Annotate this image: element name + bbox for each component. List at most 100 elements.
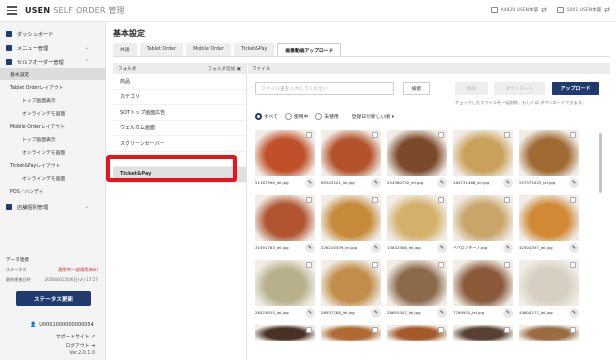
logout-icon: ⇥	[90, 344, 95, 349]
sidebar-item-menu[interactable]: メニュー管理 ⌄	[0, 42, 106, 54]
filter-unused-label: 未使用	[324, 115, 339, 120]
sidebar-item-label: ダッシュボード	[17, 31, 54, 38]
data-sync-label: データ連携	[6, 258, 29, 263]
pencil-icon[interactable]: ✎	[569, 178, 579, 188]
pencil-icon[interactable]: ✎	[503, 308, 513, 318]
file-checkbox[interactable]	[372, 262, 378, 268]
add-folder-icon: ▣	[236, 66, 241, 72]
file-checkbox[interactable]	[438, 262, 444, 268]
folder-item-products[interactable]: 商品	[113, 74, 246, 90]
file-checkbox[interactable]	[438, 327, 444, 333]
folder-item-welcome[interactable]: ウェルカム画面	[113, 121, 246, 136]
chevron-down-icon: ⌄	[84, 45, 89, 51]
tab-common[interactable]: 共通	[113, 43, 137, 56]
upload-button[interactable]: アップロード	[552, 82, 599, 95]
radio-icon	[284, 113, 292, 120]
sidebar-item-mobile-top[interactable]: トップ画面表示	[22, 133, 112, 145]
file-checkbox[interactable]	[438, 197, 444, 203]
folder-item-category[interactable]: カテゴリ	[113, 90, 246, 105]
support-link[interactable]: サポートサイト ↗	[56, 333, 95, 340]
file-checkbox[interactable]	[570, 197, 576, 203]
file-name: 31591763_lel.jpg	[255, 245, 289, 250]
tab-ticket-pay[interactable]: Ticket&Pay	[233, 43, 275, 56]
pencil-icon[interactable]: ✎	[437, 178, 447, 188]
sidebar-item-tablet-demo[interactable]: オンラインデモ画面	[22, 107, 112, 119]
sidebar-item-label: セルフオーダー管理	[17, 59, 64, 66]
folder-item-screensaver[interactable]: スクリーンセーバー	[113, 136, 246, 152]
download-button[interactable]: ダウンロード	[494, 82, 545, 95]
file-checkbox[interactable]	[504, 327, 510, 333]
file-checkbox[interactable]	[504, 132, 510, 138]
folder-add-button[interactable]: フォルダ追加 ▣	[208, 66, 241, 72]
user-id-text: U0001000000000054	[39, 322, 94, 328]
pencil-icon[interactable]: ✎	[503, 178, 513, 188]
sidebar-item-self-order[interactable]: セルフオーダー管理 ⌃	[0, 56, 106, 68]
file-checkbox[interactable]	[306, 132, 312, 138]
file-checkbox[interactable]	[372, 197, 378, 203]
pencil-icon[interactable]: ✎	[371, 243, 381, 253]
bulk-action-hint: チェックしたファイルを一括削除、もしくは ダウンロードできます。	[455, 100, 586, 105]
file-checkbox[interactable]	[570, 327, 576, 333]
sidebar-item-dashboard[interactable]: ダッシュボード	[0, 28, 106, 40]
pencil-icon[interactable]: ✎	[437, 308, 447, 318]
swap-icon[interactable]: ⇄	[541, 6, 547, 14]
file-search-input[interactable]: ファイル名を入力してください	[255, 82, 394, 95]
sidebar-item-tablet-top[interactable]: トップ画面表示	[22, 94, 112, 106]
last-sync-row: 最終連携日時 2026年01月06日(火) 17:17	[6, 277, 98, 283]
delete-button[interactable]: 削除	[455, 82, 488, 95]
support-link-label: サポートサイト	[55, 335, 90, 340]
filter-unused[interactable]: 未使用	[315, 113, 339, 120]
pencil-icon[interactable]: ✎	[371, 308, 381, 318]
pencil-icon[interactable]: ✎	[503, 243, 513, 253]
sidebar-item-pos-handy[interactable]: POS／ハンディ	[10, 185, 100, 197]
settings-tabs: 共通 Tablet Order Mobile Order Ticket&Pay …	[113, 43, 342, 56]
tab-tablet-order[interactable]: Tablet Order	[139, 43, 184, 56]
tab-mobile-order[interactable]: Mobile Order	[186, 43, 231, 56]
sidebar-item-basic-settings[interactable]: 基本設定	[0, 68, 106, 80]
sidebar-item-tablet-layout[interactable]: Tablet Orderレイアウト	[10, 81, 100, 93]
file-checkbox[interactable]	[570, 262, 576, 268]
sidebar-item-ticketpay-layout[interactable]: Ticket&Payレイアウト	[10, 159, 100, 171]
store-switcher-1[interactable]: A4820 USEN本舗 ⇄	[490, 6, 547, 14]
swap-icon[interactable]: ⇄	[604, 6, 610, 14]
filter-all[interactable]: すべて	[255, 113, 278, 120]
sidebar-item-shop-management[interactable]: 店舗個別管理 ⌄	[0, 201, 106, 213]
dashboard-icon	[6, 31, 12, 37]
sidebar-item-ticketpay-demo[interactable]: オンラインデモ画面	[22, 172, 112, 184]
file-checkbox[interactable]	[306, 197, 312, 203]
file-checkbox[interactable]	[306, 262, 312, 268]
tab-media-upload[interactable]: 画像動画アップロード	[277, 43, 342, 56]
file-checkbox[interactable]	[438, 132, 444, 138]
pencil-icon[interactable]: ✎	[437, 243, 447, 253]
pencil-icon[interactable]: ✎	[305, 178, 315, 188]
file-checkbox[interactable]	[306, 327, 312, 333]
logout-label: ログアウト	[65, 344, 90, 349]
pencil-icon[interactable]: ✎	[305, 243, 315, 253]
sidebar-item-mobile-layout[interactable]: Mobile Orderレイアウト	[10, 120, 100, 132]
pencil-icon[interactable]: ✎	[569, 243, 579, 253]
file-panel: ファイル ファイル名を入力してください 検索 削除 ダウンロード アップロード …	[248, 63, 610, 360]
filter-in-use[interactable]: 使用中	[284, 113, 308, 120]
store-icon	[490, 7, 498, 13]
brand-subtitle: SELF ORDER 管理	[53, 6, 125, 15]
version-text: Ver.2.0.1.0	[69, 351, 95, 356]
search-button[interactable]: 検索	[403, 82, 430, 95]
status-update-button[interactable]: ステータス更新	[16, 291, 91, 306]
sidebar-item-mobile-demo[interactable]: オンラインデモ画面	[22, 146, 112, 158]
pencil-icon[interactable]: ✎	[371, 178, 381, 188]
menu-icon[interactable]	[7, 6, 17, 15]
file-checkbox[interactable]	[372, 132, 378, 138]
pencil-icon[interactable]: ✎	[569, 308, 579, 318]
store-switcher-2[interactable]: 5001 USEN本舗 ⇄	[556, 6, 610, 14]
file-checkbox[interactable]	[504, 262, 510, 268]
logout-link[interactable]: ログアウト ⇥	[65, 342, 95, 349]
file-name: 44604277_lel.jpg	[519, 310, 553, 315]
file-checkbox[interactable]	[570, 132, 576, 138]
folder-item-sot-top-ad[interactable]: SOTトップ画面広告	[113, 105, 246, 121]
user-id: 👤 U0001000000000054	[30, 322, 94, 328]
file-grid-scrollbar[interactable]	[599, 133, 602, 193]
sort-select[interactable]: 登録日が新しい順 ▾	[352, 113, 394, 120]
file-checkbox[interactable]	[504, 197, 510, 203]
pencil-icon[interactable]: ✎	[305, 308, 315, 318]
file-checkbox[interactable]	[372, 327, 378, 333]
